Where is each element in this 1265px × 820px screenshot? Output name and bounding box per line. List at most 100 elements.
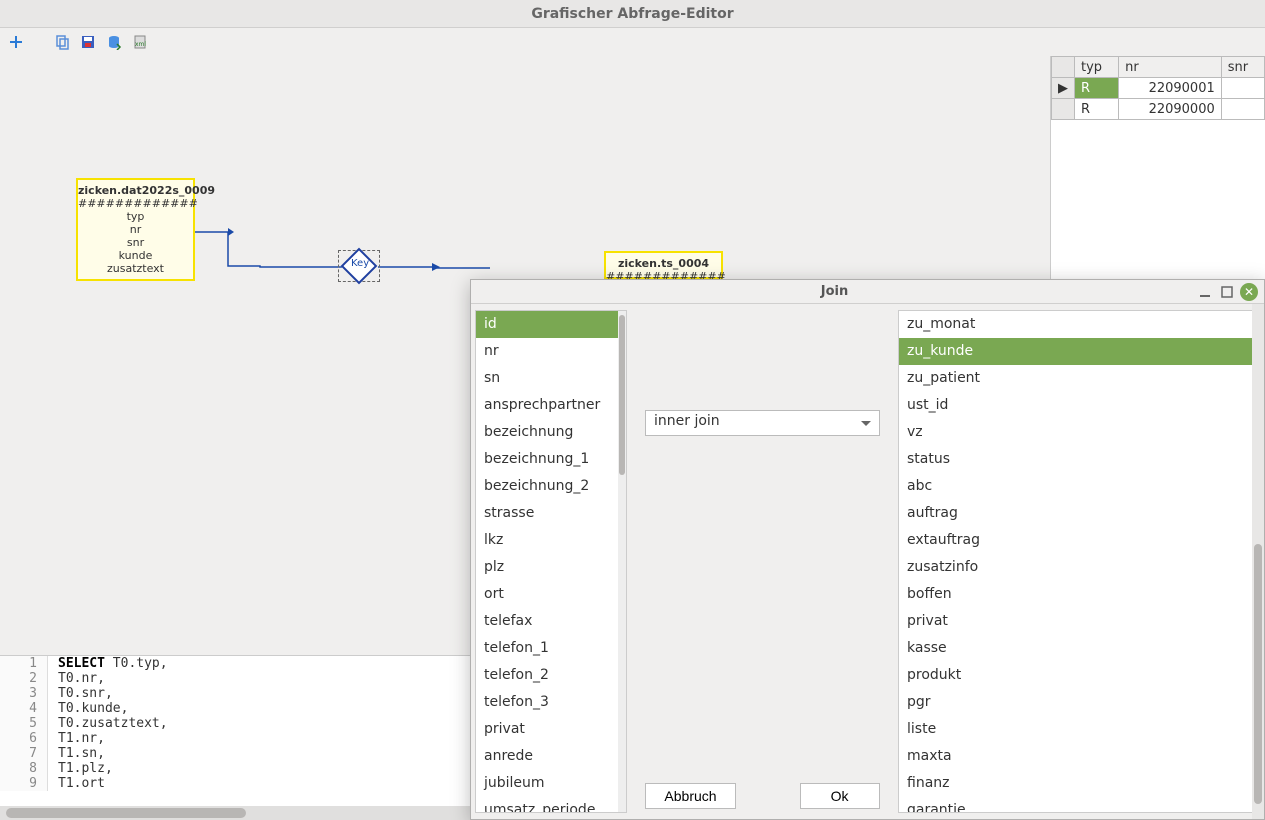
row-pointer-header (1052, 57, 1075, 78)
join-dialog: Join ✕ idnrsnansprechpartnerbezeichnungb… (470, 279, 1265, 820)
right-field-list[interactable]: zu_monatzu_kundezu_patientust_idvzstatus… (898, 310, 1258, 813)
entity-name: zicken.dat2022s_0009 (78, 184, 193, 197)
sql-code[interactable]: SELECT T0.typ, (48, 656, 168, 671)
list-item[interactable]: privat (476, 716, 622, 743)
dialog-scrollbar[interactable] (1252, 304, 1264, 819)
line-number: 7 (0, 746, 48, 761)
sql-code[interactable]: T1.sn, (48, 746, 105, 761)
list-item[interactable]: extauftrag (899, 527, 1257, 554)
list-item[interactable]: telefax (476, 608, 622, 635)
list-item[interactable]: telefon_1 (476, 635, 622, 662)
left-field-list[interactable]: idnrsnansprechpartnerbezeichnungbezeichn… (475, 310, 627, 813)
export-xml-icon[interactable]: xml (130, 32, 150, 52)
list-item[interactable]: liste (899, 716, 1257, 743)
cell-snr[interactable] (1221, 99, 1264, 120)
close-icon[interactable]: ✕ (1240, 283, 1258, 301)
list-item[interactable]: nr (476, 338, 622, 365)
list-scrollbar[interactable] (618, 311, 626, 812)
sql-code[interactable]: T0.snr, (48, 686, 113, 701)
list-item[interactable]: jubileum (476, 770, 622, 797)
list-item[interactable]: zu_kunde (899, 338, 1257, 365)
sql-code[interactable]: T0.nr, (48, 671, 105, 686)
row-pointer (1052, 99, 1075, 120)
copy-icon[interactable] (52, 32, 72, 52)
table-row[interactable]: ▶R22090001 (1052, 78, 1265, 99)
cell-nr[interactable]: 22090000 (1119, 99, 1222, 120)
line-number: 5 (0, 716, 48, 731)
table-row[interactable]: R22090000 (1052, 99, 1265, 120)
join-type-select[interactable]: inner join (645, 410, 880, 436)
list-item[interactable]: abc (899, 473, 1257, 500)
cell-snr[interactable] (1221, 78, 1264, 99)
minimize-icon[interactable] (1196, 283, 1214, 301)
list-item[interactable]: maxta (899, 743, 1257, 770)
line-number: 1 (0, 656, 48, 671)
sql-code[interactable]: T1.ort (48, 776, 105, 791)
cell-nr[interactable]: 22090001 (1119, 78, 1222, 99)
entity-field: nr (78, 223, 193, 236)
toolbar: xml (0, 28, 1265, 56)
list-item[interactable]: telefon_3 (476, 689, 622, 716)
entity-name: zicken.ts_0004 (606, 257, 721, 270)
export-db-icon[interactable] (104, 32, 124, 52)
save-icon[interactable] (78, 32, 98, 52)
list-item[interactable]: bezeichnung_2 (476, 473, 622, 500)
list-item[interactable]: zu_monat (899, 311, 1257, 338)
scrollbar-thumb[interactable] (6, 808, 246, 818)
sql-code[interactable]: T0.kunde, (48, 701, 128, 716)
maximize-icon[interactable] (1218, 283, 1236, 301)
scrollbar-thumb[interactable] (619, 315, 625, 475)
scrollbar-thumb[interactable] (1254, 544, 1262, 804)
list-item[interactable]: bezeichnung (476, 419, 622, 446)
list-item[interactable]: zusatzinfo (899, 554, 1257, 581)
col-header[interactable]: nr (1119, 57, 1222, 78)
line-number: 8 (0, 761, 48, 776)
line-number: 3 (0, 686, 48, 701)
list-item[interactable]: status (899, 446, 1257, 473)
list-item[interactable]: anrede (476, 743, 622, 770)
cancel-button[interactable]: Abbruch (645, 783, 735, 809)
line-number: 6 (0, 731, 48, 746)
list-item[interactable]: strasse (476, 500, 622, 527)
dialog-titlebar[interactable]: Join ✕ (471, 280, 1264, 304)
list-item[interactable]: telefon_2 (476, 662, 622, 689)
ok-button[interactable]: Ok (800, 783, 880, 809)
list-item[interactable]: lkz (476, 527, 622, 554)
sql-code[interactable]: T0.zusatztext, (48, 716, 168, 731)
results-table[interactable]: typ nr snr ▶R22090001R22090000 (1051, 56, 1265, 120)
list-item[interactable]: sn (476, 365, 622, 392)
entity-box-right[interactable]: zicken.ts_0004 ############# (604, 251, 723, 279)
list-item[interactable]: bezeichnung_1 (476, 446, 622, 473)
list-item[interactable]: ust_id (899, 392, 1257, 419)
add-icon[interactable] (6, 32, 26, 52)
sql-code[interactable]: T1.plz, (48, 761, 113, 776)
list-item[interactable]: pgr (899, 689, 1257, 716)
entity-field: kunde (78, 249, 193, 262)
key-label: Key (351, 258, 369, 269)
window-titlebar: Grafischer Abfrage-Editor (0, 0, 1265, 28)
list-item[interactable]: privat (899, 608, 1257, 635)
list-item[interactable]: vz (899, 419, 1257, 446)
col-header[interactable]: typ (1075, 57, 1119, 78)
list-item[interactable]: kasse (899, 635, 1257, 662)
line-number: 2 (0, 671, 48, 686)
cell-typ[interactable]: R (1075, 78, 1119, 99)
sql-code[interactable]: T1.nr, (48, 731, 105, 746)
list-item[interactable]: garantie (899, 797, 1257, 813)
list-item[interactable]: zu_patient (899, 365, 1257, 392)
list-item[interactable]: id (476, 311, 622, 338)
list-item[interactable]: plz (476, 554, 622, 581)
list-item[interactable]: produkt (899, 662, 1257, 689)
entity-hash: ############# (78, 197, 193, 210)
col-header[interactable]: snr (1221, 57, 1264, 78)
list-item[interactable]: ansprechpartner (476, 392, 622, 419)
list-item[interactable]: ort (476, 581, 622, 608)
list-item[interactable]: finanz (899, 770, 1257, 797)
cell-typ[interactable]: R (1075, 99, 1119, 120)
join-type-value: inner join (654, 413, 720, 429)
entity-box-left[interactable]: zicken.dat2022s_0009 ############# typ n… (76, 178, 195, 281)
list-item[interactable]: boffen (899, 581, 1257, 608)
list-item[interactable]: auftrag (899, 500, 1257, 527)
list-item[interactable]: umsatz_periode (476, 797, 622, 812)
entity-field: typ (78, 210, 193, 223)
